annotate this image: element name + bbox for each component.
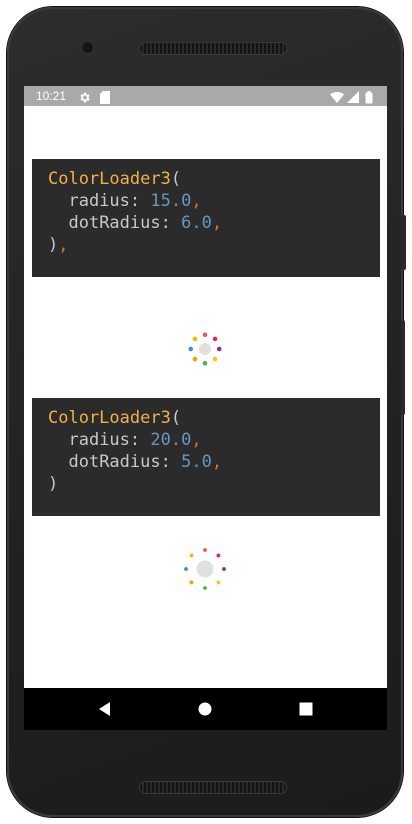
home-icon[interactable]	[194, 698, 216, 720]
param-value: 6.0	[181, 213, 212, 233]
loader-dot	[212, 336, 218, 342]
code-open-paren: (	[170, 169, 182, 189]
loader-dot	[222, 567, 226, 571]
loader-dot	[216, 346, 222, 352]
top-speaker	[140, 43, 286, 54]
cell-signal-icon	[347, 89, 359, 108]
status-time: 10:21	[36, 89, 67, 103]
param-value: 20.0	[150, 430, 192, 450]
loader-center-dot	[196, 560, 214, 578]
code-class-name: ColorLoader3	[48, 408, 171, 428]
code-block-example-2: ColorLoader3( radius: 20.0, dotRadius: 5…	[32, 398, 380, 516]
code-line-close: ),	[48, 234, 380, 256]
wifi-icon	[330, 89, 344, 108]
status-bar: 10:21	[24, 86, 387, 106]
loader-dot	[189, 580, 194, 585]
param-name: radius	[68, 430, 130, 450]
power-button[interactable]	[401, 320, 405, 415]
code-block-example-1: ColorLoader3( radius: 15.0, dotRadius: 6…	[32, 159, 380, 277]
param-value: 15.0	[150, 191, 192, 211]
navigation-bar	[24, 688, 387, 730]
code-close-paren: )	[48, 474, 59, 494]
loader-dot	[216, 580, 221, 585]
loader-dot	[188, 346, 194, 352]
param-colon: :	[129, 430, 141, 450]
loader-center-dot	[199, 343, 211, 355]
code-line-constructor: ColorLoader3(	[48, 168, 380, 190]
code-open-paren: (	[170, 408, 182, 428]
code-line-constructor: ColorLoader3(	[48, 407, 380, 429]
param-name: dotRadius	[68, 452, 161, 472]
color-loader-2	[184, 548, 226, 590]
param-comma: ,	[191, 191, 202, 211]
loader-dot	[202, 332, 208, 338]
param-comma: ,	[211, 452, 223, 472]
loader-dot	[192, 336, 198, 342]
code-line-param: radius: 15.0,	[48, 190, 380, 212]
volume-button[interactable]	[401, 215, 406, 270]
code-close-comma: ,	[58, 235, 69, 255]
loader-dot	[184, 567, 188, 571]
param-comma: ,	[191, 430, 202, 450]
code-close-paren: )	[48, 235, 59, 255]
param-colon: :	[160, 452, 171, 472]
param-colon: :	[160, 213, 171, 233]
battery-icon	[365, 89, 373, 108]
loader-dot	[203, 548, 207, 552]
param-value: 5.0	[181, 452, 212, 472]
code-class-name: ColorLoader3	[48, 169, 171, 189]
param-name: radius	[68, 191, 130, 211]
screen: 10:21 ColorLoader3( radius: 15.0, dotRad…	[24, 86, 387, 730]
loader-dot	[203, 586, 207, 590]
sim-card-icon	[100, 89, 110, 108]
back-icon[interactable]	[94, 698, 116, 720]
front-camera	[82, 42, 93, 53]
param-comma: ,	[211, 213, 223, 233]
loader-dot	[192, 356, 198, 362]
loader-dot	[212, 356, 218, 362]
color-loader-1	[188, 332, 222, 366]
code-line-param: dotRadius: 6.0,	[48, 212, 380, 234]
code-line-param: radius: 20.0,	[48, 429, 380, 451]
gear-icon	[78, 89, 91, 108]
loader-dot	[189, 553, 194, 558]
param-name: dotRadius	[68, 213, 161, 233]
loader-dot	[202, 360, 208, 366]
code-line-param: dotRadius: 5.0,	[48, 451, 380, 473]
recents-icon[interactable]	[295, 698, 317, 720]
bottom-speaker	[140, 782, 286, 793]
param-colon: :	[129, 191, 141, 211]
code-line-close: )	[48, 473, 380, 495]
loader-dot	[216, 553, 221, 558]
